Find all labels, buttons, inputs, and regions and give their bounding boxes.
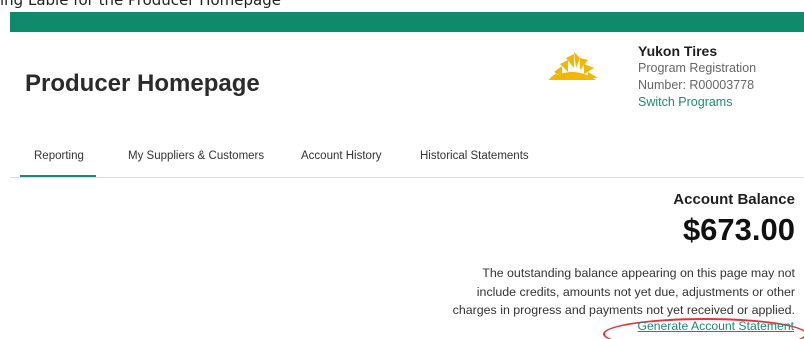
balance-notice-line-2: include credits, amounts not yet due, ad… [476, 284, 795, 299]
tab-historical-statements[interactable]: Historical Statements [420, 150, 529, 162]
page-title: Producer Homepage [25, 70, 260, 97]
tab-my-suppliers-customers[interactable]: My Suppliers & Customers [128, 150, 264, 162]
nav-tabs: Reporting My Suppliers & Customers Accou… [10, 145, 804, 178]
registration-number: Number: R00003778 [638, 78, 755, 92]
registration-line-1: Program Registration [638, 61, 757, 75]
producer-homepage: ing Lable for the Producer Homepage Prod… [0, 0, 804, 339]
account-balance-label: Account Balance [673, 191, 795, 208]
generate-account-statement-link[interactable]: Generate Account Statement [637, 319, 794, 333]
account-balance-amount: $673.00 [682, 212, 795, 247]
tab-reporting[interactable]: Reporting [20, 150, 96, 177]
balance-notice-line-1: The outstanding balance appearing on thi… [482, 266, 795, 280]
tab-account-history[interactable]: Account History [301, 150, 382, 162]
balance-notice-line-3: charges in progress and payments not yet… [452, 303, 795, 317]
document-caption: ing Lable for the Producer Homepage [0, 0, 281, 9]
account-info: Yukon Tires Program Registration Number:… [638, 42, 804, 111]
company-name: Yukon Tires [638, 43, 718, 59]
switch-programs-link[interactable]: Switch Programs [638, 95, 732, 109]
sunburst-logo-icon [548, 52, 598, 80]
balance-notice: The outstanding balance appearing on thi… [395, 264, 795, 320]
header-band [10, 12, 804, 32]
